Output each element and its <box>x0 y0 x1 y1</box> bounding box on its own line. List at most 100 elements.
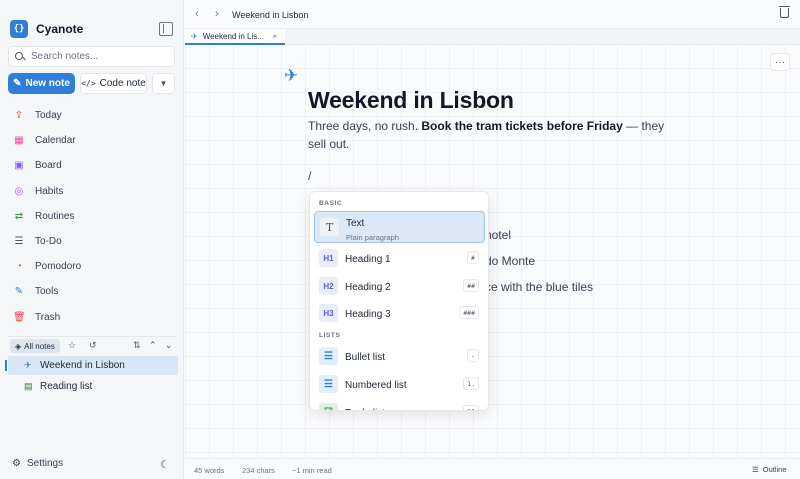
sidebar-item-board[interactable]: ▣ Board <box>8 153 176 178</box>
shortcut-badge: - <box>467 349 479 362</box>
menu-item-heading-3[interactable]: H3 Heading 3 ### <box>314 300 485 326</box>
sidebar-collapse-icon[interactable] <box>159 22 173 36</box>
shortcut-badge: ### <box>459 306 479 319</box>
sidebar-item-tools[interactable]: ✎ Tools <box>8 279 176 304</box>
today-icon: ⇪ <box>14 110 24 122</box>
tab-weekend-in-lisbon[interactable]: ✈ Weekend in Lis... × <box>185 29 285 45</box>
note-paragraph[interactable]: Three days, no rush. Book the tram ticke… <box>308 117 668 153</box>
gear-icon: ⚙ <box>12 458 21 469</box>
note-item-weekend-in-lisbon[interactable]: ✈ Weekend in Lisbon <box>5 356 178 375</box>
forward-arrow-icon[interactable]: › <box>215 8 219 20</box>
sidebar-item-label: Board <box>35 160 62 172</box>
note-emoji-icon[interactable]: ✈ <box>284 66 298 86</box>
note-title-heading[interactable]: Weekend in Lisbon <box>308 87 514 114</box>
slash-command-text[interactable]: / <box>308 169 311 183</box>
shortcut-badge: [] <box>463 405 479 410</box>
outline-label: Outline <box>762 465 787 474</box>
sidebar-item-label: Today <box>35 110 62 122</box>
char-count: 234 chars <box>242 466 275 475</box>
new-note-button[interactable]: ✎ New note <box>8 73 75 94</box>
sidebar-item-label: Tools <box>35 286 59 298</box>
search-input[interactable]: Search notes... <box>8 46 175 67</box>
menu-item-heading-2[interactable]: H2 Heading 2 ## <box>314 273 485 299</box>
heading3-icon: H3 <box>319 304 338 322</box>
tab-label: Weekend in Lis... <box>202 31 264 41</box>
menu-item-text: Numbered list <box>345 375 407 393</box>
status-bar: 45 words 234 chars ~1 min read ☰ Outline <box>185 458 800 479</box>
menu-item-text: Bullet list <box>345 347 385 365</box>
menu-item-text: Text Plain paragraph <box>346 213 399 242</box>
pomodoro-icon: ◔ <box>15 261 23 273</box>
code-note-button[interactable]: </> Code note <box>80 73 147 94</box>
sidebar-nav: ⇪ Today ▦ Calendar ▣ Board ◎ Habits ⇄ Routines ☰ To… <box>8 103 176 330</box>
menu-item-heading-1[interactable]: H1 Heading 1 # <box>314 245 485 271</box>
sidebar-item-trash[interactable]: 🗑 Trash <box>8 305 176 330</box>
sidebar-item-pomodoro[interactable]: ◔ Pomodoro <box>8 254 176 279</box>
sidebar-item-label: Habits <box>35 185 64 197</box>
menu-item-label: Heading 2 <box>345 282 391 293</box>
paragraph-bold-text: Book the tram tickets before Friday <box>421 119 623 133</box>
search-placeholder: Search notes... <box>31 51 99 62</box>
menu-item-description: Plain paragraph <box>346 232 399 242</box>
paragraph-text: Three days, no rush. <box>308 119 422 133</box>
book-icon: ▤ <box>24 381 33 391</box>
settings-button[interactable]: ⚙ Settings <box>12 458 63 469</box>
close-icon[interactable]: × <box>272 32 277 41</box>
menu-item-text[interactable]: T Text Plain paragraph <box>314 211 485 243</box>
back-arrow-icon[interactable]: ‹ <box>195 8 199 20</box>
tools-icon: ✎ <box>14 286 24 298</box>
sidebar-item-calendar[interactable]: ▦ Calendar <box>8 128 176 153</box>
delete-note-icon[interactable] <box>779 6 790 18</box>
list-icon: ☰ <box>752 465 759 474</box>
moon-icon[interactable]: ☾ <box>160 458 170 471</box>
edit-icon: ✎ <box>13 78 22 89</box>
tab-bar: ✈ Weekend in Lis... × <box>185 29 800 45</box>
note-title: Reading list <box>40 381 93 392</box>
sidebar-item-to-do[interactable]: ☰ To-Do <box>8 229 176 254</box>
sidebar-item-label: To-Do <box>35 236 62 248</box>
all-notes-filter[interactable]: ◈ All notes <box>10 339 60 353</box>
outline-button[interactable]: ☰ Outline <box>752 465 787 474</box>
sidebar-item-label: Calendar <box>35 135 76 147</box>
sidebar-item-today[interactable]: ⇪ Today <box>8 103 176 128</box>
menu-item-label: To-do list <box>345 408 385 410</box>
sidebar-item-label: Routines <box>35 210 75 222</box>
new-note-label: New note <box>25 78 70 89</box>
trash-icon: 🗑 <box>13 311 26 323</box>
history-icon[interactable]: ↺ <box>89 340 97 351</box>
menu-item-text: To-do list <box>345 403 385 410</box>
sidebar-item-habits[interactable]: ◎ Habits <box>8 179 176 204</box>
editor[interactable]: ··· ✈ Weekend in Lisbon Three days, no r… <box>185 46 800 458</box>
menu-item-to-do-list[interactable]: ☑ To-do list [] <box>314 399 485 410</box>
bullet-list-icon: ☰ <box>319 347 338 365</box>
menu-item-label: Bullet list <box>345 352 386 363</box>
star-icon[interactable]: ☆ <box>68 340 76 351</box>
expand-icon[interactable]: ⌃ <box>149 340 157 351</box>
sidebar-item-label: Pomodoro <box>35 261 82 273</box>
note-item-reading-list[interactable]: ▤ Reading list <box>8 377 178 396</box>
new-note-dropdown-button[interactable]: ▼ <box>152 73 175 94</box>
layers-icon: ◈ <box>15 341 22 351</box>
menu-item-text: Heading 1 <box>345 249 391 267</box>
habits-icon: ◎ <box>14 185 24 197</box>
text-icon: T <box>320 218 339 236</box>
menu-item-text: Heading 3 <box>345 304 391 322</box>
collapse-all-icon[interactable]: ⌄ <box>165 340 173 351</box>
more-options-button[interactable]: ··· <box>770 53 790 71</box>
shortcut-badge: 1. <box>463 377 479 390</box>
menu-item-bullet-list[interactable]: ☰ Bullet list - <box>314 343 485 369</box>
heading1-icon: H1 <box>319 249 338 267</box>
app-name: Cyanote <box>36 22 84 36</box>
sidebar-item-routines[interactable]: ⇄ Routines <box>8 204 176 229</box>
topbar: ‹ › Weekend in Lisbon <box>185 0 800 29</box>
code-icon: </> <box>81 79 96 88</box>
chevron-down-icon: ▼ <box>159 79 168 88</box>
menu-item-numbered-list[interactable]: ☰ Numbered list 1. <box>314 371 485 397</box>
shortcut-badge: ## <box>463 279 479 292</box>
slash-command-menu: BASIC T Text Plain paragraph H1 Heading 1 # H2 H… <box>309 191 489 411</box>
sidebar: {} Cyanote Search notes... ✎ New note </… <box>0 0 184 479</box>
sort-icon[interactable]: ⇅ <box>133 340 141 351</box>
all-notes-label: All notes <box>24 341 55 351</box>
todo-list-icon: ☑ <box>319 403 338 410</box>
menu-section-label: BASIC <box>319 200 343 207</box>
